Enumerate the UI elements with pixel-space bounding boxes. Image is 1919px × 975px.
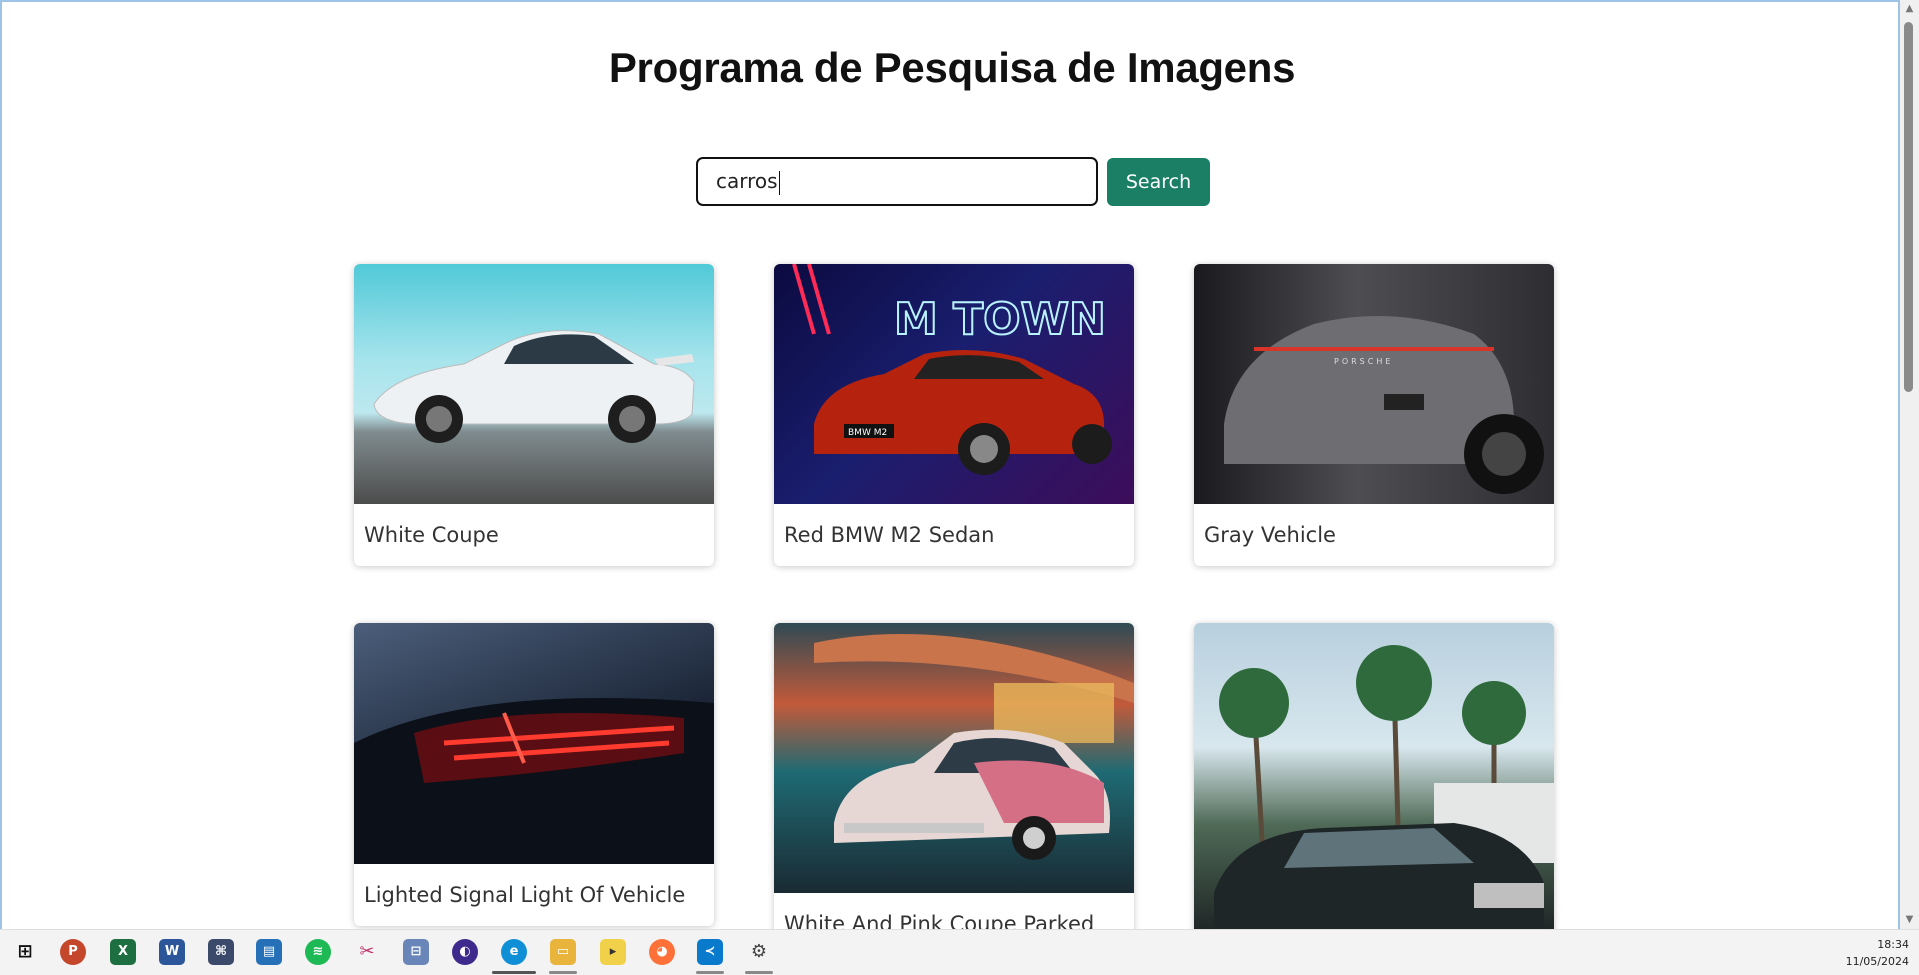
- pink-coupe-illustration: [814, 634, 1134, 860]
- sql-tool-icon[interactable]: ⌘: [208, 939, 234, 965]
- scroll-up-arrow-icon[interactable]: ▲: [1900, 0, 1919, 18]
- settings-icon[interactable]: ⚙: [746, 939, 772, 965]
- result-card[interactable]: M TOWN BMW M2 Red BMW M2 Sedan: [774, 264, 1134, 566]
- palm-trees-car-illustration: [1214, 645, 1554, 929]
- vscode-icon[interactable]: ≺: [697, 939, 723, 965]
- pink-coupe-image[interactable]: [774, 623, 1134, 893]
- powerpoint-icon[interactable]: P: [60, 939, 86, 965]
- result-caption: Lighted Signal Light Of Vehicle: [364, 883, 686, 907]
- clock-time: 18:34: [1877, 938, 1909, 951]
- black-classic-car-image[interactable]: [1194, 623, 1554, 929]
- result-caption: Gray Vehicle: [1204, 523, 1336, 547]
- result-card[interactable]: [1194, 623, 1554, 929]
- gray-porsche-illustration: PORSCHE: [1224, 316, 1544, 494]
- edge-icon[interactable]: e: [501, 939, 527, 965]
- red-bmw-image[interactable]: M TOWN BMW M2: [774, 264, 1134, 504]
- result-card[interactable]: PORSCHE Gray Vehicle: [1194, 264, 1554, 566]
- search-input-value: carros: [716, 169, 778, 193]
- firefox-icon[interactable]: ◕: [649, 939, 675, 965]
- gray-vehicle-image[interactable]: PORSCHE: [1194, 264, 1554, 504]
- result-card[interactable]: White And Pink Coupe Parked: [774, 623, 1134, 929]
- snipping-tool-icon[interactable]: ✂: [354, 939, 380, 965]
- scroll-thumb[interactable]: [1904, 22, 1913, 392]
- sticky-notes-icon[interactable]: ▸: [600, 939, 626, 965]
- license-plate-text: BMW M2: [848, 428, 887, 438]
- app-icon[interactable]: ◐: [452, 939, 478, 965]
- result-card[interactable]: White Coupe: [354, 264, 714, 566]
- windows-start-icon[interactable]: ⊞: [12, 939, 38, 965]
- network-tool-icon[interactable]: ⊟: [403, 939, 429, 965]
- file-explorer-icon[interactable]: ▭: [550, 939, 576, 965]
- search-input[interactable]: carros: [696, 157, 1098, 206]
- search-button[interactable]: Search: [1107, 158, 1210, 206]
- vertical-scrollbar[interactable]: ▲ ▼: [1900, 0, 1919, 929]
- store-icon[interactable]: ▤: [256, 939, 282, 965]
- taskbar: ⊞ P X W ⌘ ▤ ≋ ✂ ⊟ ◐ e ▭ ▸ ◕ ≺ ⚙ 18:34 11…: [0, 929, 1919, 975]
- white-coupe-image[interactable]: [354, 264, 714, 504]
- spotify-icon[interactable]: ≋: [305, 939, 331, 965]
- page-title: Programa de Pesquisa de Imagens: [608, 44, 1296, 91]
- system-clock[interactable]: 18:34 11/05/2024: [1846, 936, 1909, 970]
- tail-light-image[interactable]: [354, 623, 714, 864]
- red-bmw-illustration: M TOWN BMW M2: [792, 264, 1112, 475]
- white-coupe-illustration: [373, 330, 695, 443]
- scroll-down-arrow-icon[interactable]: ▼: [1900, 911, 1919, 929]
- text-caret: [778, 170, 780, 195]
- excel-icon[interactable]: X: [110, 939, 136, 965]
- result-caption: Red BMW M2 Sedan: [784, 523, 995, 547]
- result-card[interactable]: Lighted Signal Light Of Vehicle: [354, 623, 714, 926]
- neon-sign-text: M TOWN: [894, 294, 1106, 345]
- word-icon[interactable]: W: [159, 939, 185, 965]
- result-caption: White Coupe: [364, 523, 499, 547]
- tail-light-illustration: [354, 698, 714, 864]
- porsche-badge-text: PORSCHE: [1334, 357, 1393, 366]
- clock-date: 11/05/2024: [1845, 955, 1909, 968]
- browser-page: Programa de Pesquisa de Imagens carros S…: [0, 0, 1900, 929]
- result-caption: White And Pink Coupe Parked: [784, 912, 1095, 929]
